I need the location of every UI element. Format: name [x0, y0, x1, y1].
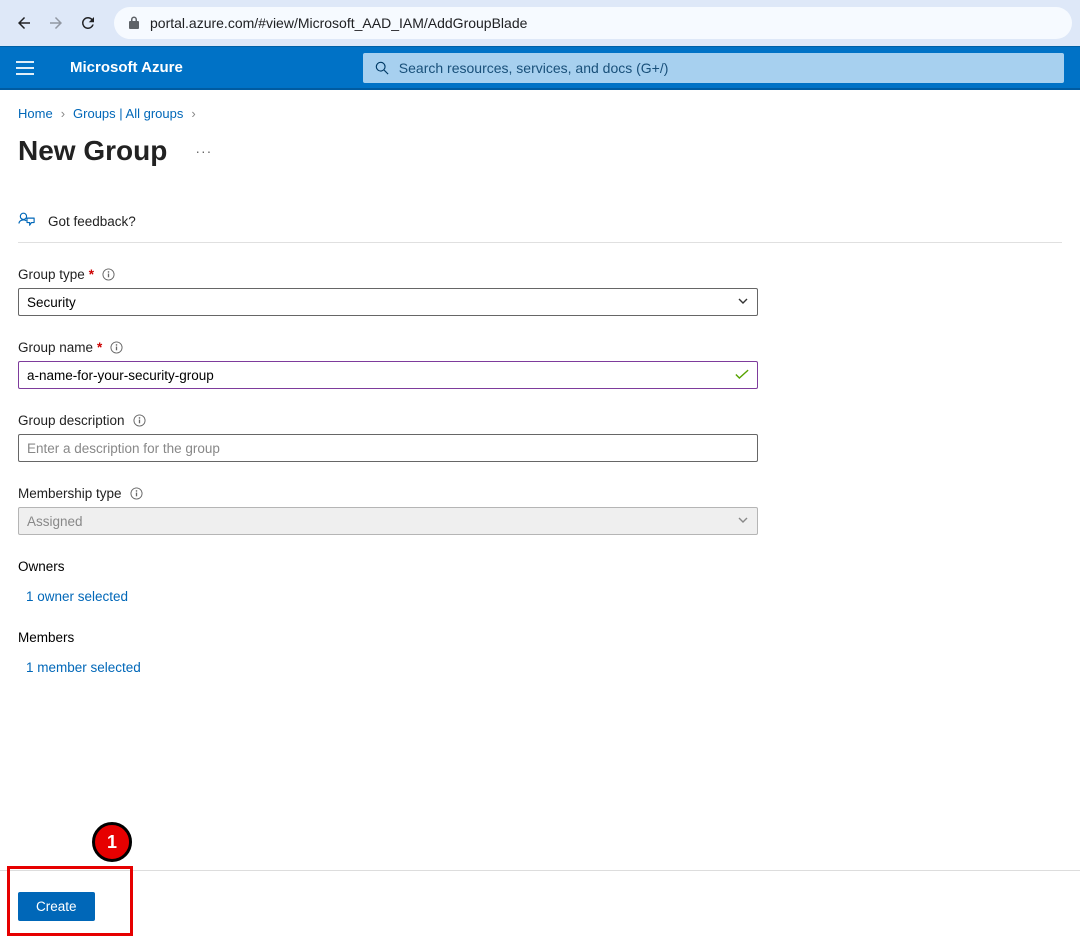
info-icon[interactable]	[130, 487, 143, 500]
page-title: New Group	[18, 135, 167, 167]
group-description-label: Group description	[18, 413, 125, 428]
hamburger-icon	[16, 61, 34, 75]
browser-url-text: portal.azure.com/#view/Microsoft_AAD_IAM…	[150, 15, 527, 31]
arrow-left-icon	[15, 14, 33, 32]
field-group-name: Group name *	[18, 340, 758, 389]
group-type-label: Group type	[18, 267, 85, 282]
group-description-input-wrapper	[18, 434, 758, 462]
field-owners: Owners 1 owner selected	[18, 559, 758, 606]
owners-selected-link[interactable]: 1 owner selected	[26, 589, 128, 604]
info-icon[interactable]	[102, 268, 115, 281]
feedback-link[interactable]: Got feedback?	[18, 211, 136, 232]
browser-refresh-button[interactable]	[72, 7, 104, 39]
refresh-icon	[79, 14, 97, 32]
group-type-dropdown[interactable]: Security	[18, 288, 758, 316]
page-title-row: New Group ···	[18, 135, 1062, 167]
required-asterisk: *	[97, 340, 102, 355]
group-name-label: Group name	[18, 340, 93, 355]
feedback-label: Got feedback?	[48, 214, 136, 229]
breadcrumb-groups-link[interactable]: Groups | All groups	[73, 106, 183, 121]
group-type-value: Security	[27, 295, 76, 310]
chevron-right-icon: ›	[61, 106, 65, 121]
members-label: Members	[18, 630, 758, 645]
breadcrumb: Home › Groups | All groups ›	[18, 106, 1062, 121]
global-search[interactable]	[363, 53, 1064, 83]
feedback-row: Got feedback?	[18, 211, 1062, 243]
more-actions-button[interactable]: ···	[195, 143, 212, 159]
membership-type-label: Membership type	[18, 486, 122, 501]
field-group-type: Group type * Security	[18, 267, 758, 316]
browser-chrome: portal.azure.com/#view/Microsoft_AAD_IAM…	[0, 0, 1080, 46]
info-icon[interactable]	[110, 341, 123, 354]
chevron-down-icon	[737, 295, 749, 310]
feedback-icon	[18, 211, 36, 232]
brand-label: Microsoft Azure	[70, 59, 183, 76]
membership-type-value: Assigned	[27, 514, 83, 529]
azure-top-bar: Microsoft Azure	[0, 46, 1080, 90]
required-asterisk: *	[89, 267, 94, 282]
field-group-description: Group description	[18, 413, 758, 462]
field-members: Members 1 member selected	[18, 630, 758, 677]
info-icon[interactable]	[133, 414, 146, 427]
members-selected-link[interactable]: 1 member selected	[26, 660, 141, 675]
chevron-right-icon: ›	[191, 106, 195, 121]
field-label-row: Membership type	[18, 486, 758, 501]
group-name-input-wrapper	[18, 361, 758, 389]
annotation-box	[7, 866, 133, 936]
membership-type-dropdown: Assigned	[18, 507, 758, 535]
global-search-input[interactable]	[399, 60, 1052, 76]
browser-forward-button[interactable]	[40, 7, 72, 39]
arrow-right-icon	[47, 14, 65, 32]
valid-check-icon	[735, 368, 749, 383]
hamburger-menu-button[interactable]	[16, 61, 34, 75]
lock-icon	[128, 16, 140, 30]
owners-label: Owners	[18, 559, 758, 574]
annotation-number: 1	[107, 832, 117, 853]
field-label-row: Group type *	[18, 267, 758, 282]
group-description-input[interactable]	[27, 441, 749, 456]
form: Group type * Security Group name *	[18, 267, 758, 677]
field-label-row: Group description	[18, 413, 758, 428]
content-area: Home › Groups | All groups › New Group ·…	[0, 90, 1080, 677]
chevron-down-icon	[737, 514, 749, 529]
group-name-input[interactable]	[27, 368, 735, 383]
browser-back-button[interactable]	[8, 7, 40, 39]
browser-address-bar[interactable]: portal.azure.com/#view/Microsoft_AAD_IAM…	[114, 7, 1072, 39]
field-label-row: Group name *	[18, 340, 758, 355]
search-icon	[375, 61, 389, 75]
annotation-badge: 1	[92, 822, 132, 862]
breadcrumb-home-link[interactable]: Home	[18, 106, 53, 121]
footer: Create	[0, 870, 1080, 942]
field-membership-type: Membership type Assigned	[18, 486, 758, 535]
